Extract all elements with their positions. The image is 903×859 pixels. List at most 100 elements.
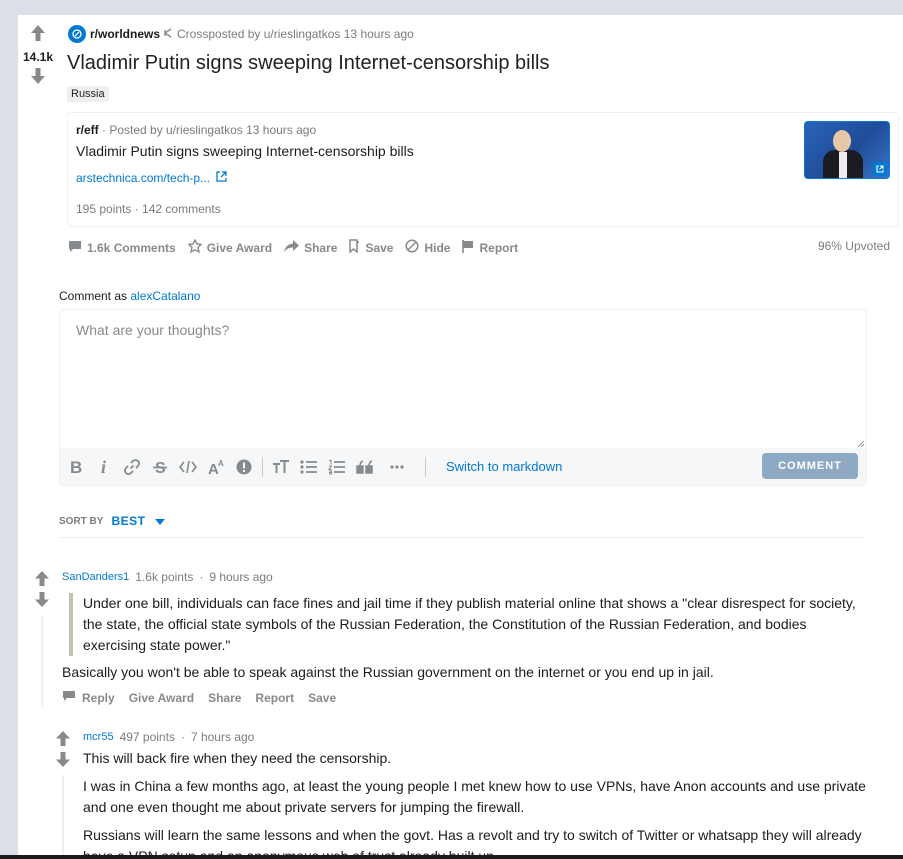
comments-button[interactable]: 1.6k Comments: [66, 238, 182, 258]
toolbar-divider-2: [425, 456, 426, 477]
share-icon: [284, 240, 300, 255]
award-label: Give Award: [206, 240, 273, 255]
thread-line[interactable]: [41, 615, 43, 707]
reply-button[interactable]: Reply: [62, 690, 115, 705]
report-label: Report: [479, 240, 519, 255]
comment-save-button[interactable]: Save: [308, 691, 336, 705]
quote-block-icon[interactable]: [351, 453, 379, 481]
editor-toolbar: B i S AA Switch to markdown COMMENT: [60, 448, 866, 485]
reply-icon: [62, 690, 76, 705]
hide-button[interactable]: Hide: [403, 237, 456, 258]
comment-submit-button[interactable]: COMMENT: [762, 453, 858, 479]
numbered-list-icon[interactable]: [323, 453, 351, 481]
comment-points: 1.6k points: [135, 570, 194, 584]
crosspost-title[interactable]: Vladimir Putin signs sweeping Internet-c…: [76, 143, 414, 159]
reply-paragraph-2: I was in China a few months ago, at leas…: [83, 778, 866, 815]
meta-dot: ·: [199, 570, 204, 584]
post-vote-column: 14.1k: [18, 25, 58, 89]
crosspost-thumbnail[interactable]: [804, 121, 890, 179]
thumbnail-link-icon: [873, 162, 887, 176]
bold-icon[interactable]: B: [62, 453, 90, 481]
comment-report-button[interactable]: Report: [255, 691, 294, 705]
sort-label: SORT BY: [59, 515, 104, 527]
crosspost-label: Crossposted by u/rieslingatkos 13 hours …: [177, 27, 414, 41]
comment-upvote-icon[interactable]: [35, 571, 55, 586]
comment-meta: SanDanders1 1.6k points · 9 hours ago: [62, 570, 273, 584]
sort-value: BEST: [111, 514, 146, 528]
sort-dropdown[interactable]: BEST: [111, 514, 166, 528]
thumbnail-figure-face: [833, 130, 851, 152]
meta-dot: ·: [180, 730, 185, 744]
reply-thread-line[interactable]: [62, 775, 64, 859]
reply-paragraph-1: This will back fire when they need the c…: [83, 750, 392, 766]
post-title[interactable]: Vladimir Putin signs sweeping Internet-c…: [67, 52, 549, 75]
code-icon[interactable]: [174, 453, 202, 481]
upvote-icon[interactable]: [18, 25, 58, 46]
thumbnail-figure-shirt: [839, 152, 847, 178]
reply-label: Reply: [82, 690, 115, 705]
sort-divider: [59, 537, 865, 538]
comment-editor: B i S AA: [59, 309, 867, 486]
heading-icon[interactable]: [267, 453, 295, 481]
comment-give-award-button[interactable]: Give Award: [129, 691, 194, 705]
svg-text:i: i: [101, 459, 106, 475]
svg-text:A: A: [218, 459, 224, 468]
save-label: Save: [365, 240, 394, 255]
crosspost-meta: r/eff · Posted by u/rieslingatkos 13 hou…: [76, 123, 316, 137]
reply-meta: mcr55 497 points · 7 hours ago: [83, 730, 254, 744]
crosspost-subreddit[interactable]: r/eff: [76, 123, 99, 137]
subreddit-link[interactable]: r/worldnews: [90, 27, 160, 41]
resize-grip-icon[interactable]: [855, 435, 865, 448]
reply-vote-column: [56, 731, 76, 773]
comment-actions: Reply Give Award Share Report Save: [62, 690, 336, 705]
reply-author[interactable]: mcr55: [83, 731, 114, 743]
comments-label: 1.6k Comments: [87, 240, 176, 255]
post-score: 14.1k: [22, 50, 54, 64]
upvote-ratio: 96% Upvoted: [817, 239, 890, 253]
crosspost-card[interactable]: r/eff · Posted by u/rieslingatkos 13 hou…: [67, 112, 899, 227]
reply-upvote-icon[interactable]: [56, 731, 76, 746]
reply-points: 497 points: [119, 730, 175, 744]
reply-time[interactable]: 7 hours ago: [191, 730, 254, 744]
crosspost-link-text[interactable]: arstechnica.com/tech-p...: [76, 171, 210, 185]
comment-as-label: Comment as: [59, 289, 128, 303]
give-award-button[interactable]: Give Award: [186, 237, 278, 258]
link-icon[interactable]: [118, 453, 146, 481]
downvote-icon[interactable]: [18, 68, 58, 89]
strikethrough-icon[interactable]: S: [146, 453, 174, 481]
report-button[interactable]: Report: [460, 238, 524, 258]
comment-textarea[interactable]: [60, 310, 866, 447]
toolbar-divider: [262, 456, 263, 477]
svg-text:B: B: [70, 459, 82, 475]
comment-as-line: Comment as alexCatalano: [59, 289, 200, 303]
current-username[interactable]: alexCatalano: [130, 289, 200, 303]
external-link-icon: [216, 171, 227, 185]
share-button[interactable]: Share: [282, 238, 343, 257]
subreddit-icon[interactable]: [68, 25, 86, 43]
spoiler-icon[interactable]: [230, 453, 258, 481]
sort-row: SORT BY BEST: [59, 514, 166, 528]
italic-icon[interactable]: i: [90, 453, 118, 481]
comment-downvote-icon[interactable]: [35, 592, 55, 607]
comment-time[interactable]: 9 hours ago: [209, 570, 272, 584]
award-icon: [187, 238, 203, 256]
reply-paragraph-3: Russians will learn the same lessons and…: [83, 827, 862, 859]
crosspost-link[interactable]: arstechnica.com/tech-p...: [76, 171, 227, 185]
bulleted-list-icon[interactable]: [295, 453, 323, 481]
chevron-down-icon: [155, 514, 166, 528]
crosspost-stats: 195 points · 142 comments: [76, 202, 221, 216]
switch-to-markdown-link[interactable]: Switch to markdown: [446, 459, 562, 474]
reply-downvote-icon[interactable]: [56, 752, 76, 767]
crosspost-icon: [164, 27, 173, 41]
share-label: Share: [304, 240, 338, 255]
crosspost-posted-by: · Posted by u/rieslingatkos 13 hours ago: [102, 123, 317, 137]
comment-author[interactable]: SanDanders1: [62, 571, 129, 583]
more-options-icon[interactable]: [383, 453, 411, 481]
superscript-icon[interactable]: AA: [202, 453, 230, 481]
bottom-bar: [0, 855, 903, 859]
post-action-bar: 1.6k Comments Give Award Share Save Hide…: [66, 237, 528, 258]
save-button[interactable]: Save: [347, 237, 399, 258]
post-meta: r/worldnews Crossposted by u/rieslingatk…: [68, 25, 414, 43]
post-flair[interactable]: Russia: [67, 86, 109, 102]
comment-share-button[interactable]: Share: [208, 691, 241, 705]
